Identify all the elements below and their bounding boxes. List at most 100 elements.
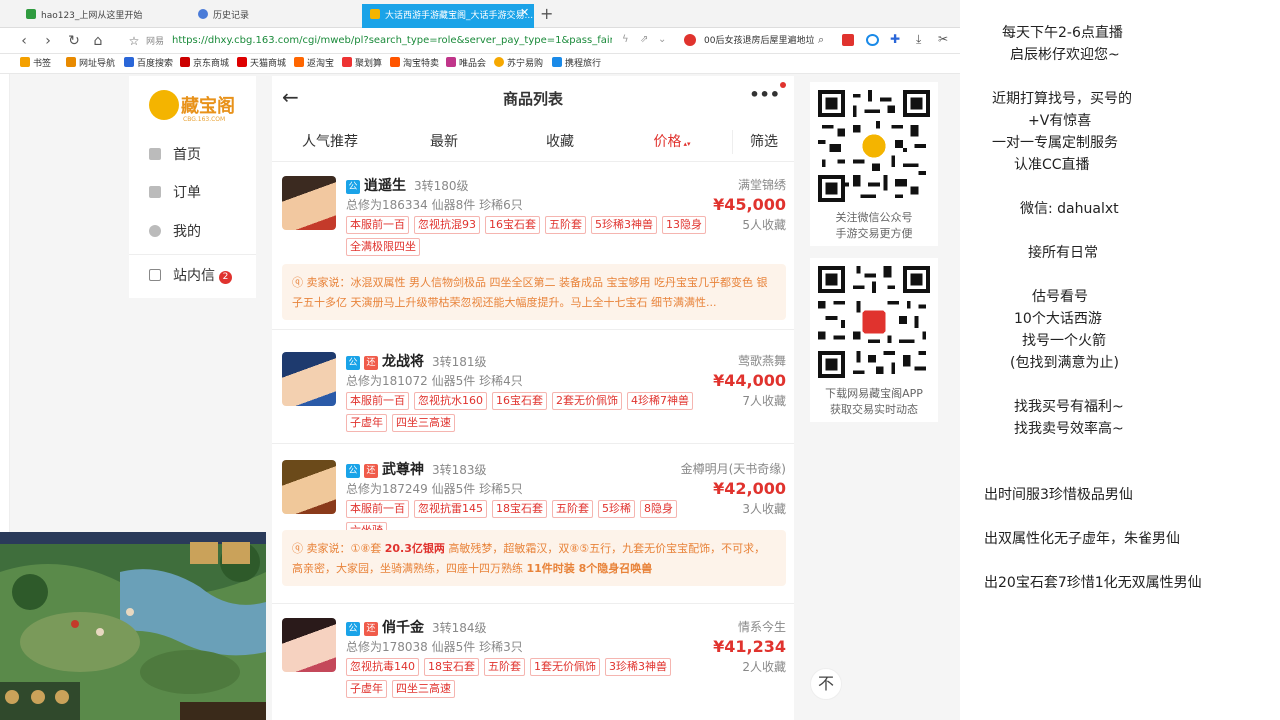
app-qr-code bbox=[818, 266, 930, 378]
bookmark-item[interactable]: 淘宝特卖 bbox=[390, 57, 439, 71]
bookmark-item[interactable]: 携程旅行 bbox=[552, 57, 601, 71]
plus-icon[interactable]: + bbox=[540, 4, 553, 23]
cut-icon[interactable]: ✂ bbox=[938, 32, 948, 46]
bookmark-item[interactable]: 网址导航 bbox=[66, 57, 115, 71]
sidebar-item-orders[interactable]: 订单 bbox=[149, 181, 201, 205]
public-badge: 公 bbox=[346, 464, 360, 478]
more-menu-icon[interactable]: ••• bbox=[749, 86, 780, 104]
search-input[interactable]: 00后女孩退房后屋里遍地垃 bbox=[704, 34, 814, 48]
list-item[interactable]: 公还武尊神 3转183级 总修为187249 仙器5件 珍稀5只 本服前一百 忽视抗… bbox=[272, 460, 794, 604]
tag: 五阶套 bbox=[484, 658, 525, 676]
character-avatar bbox=[282, 176, 336, 230]
star-icon[interactable]: ☆ bbox=[124, 31, 144, 51]
bookmark-item[interactable]: 苏宁易购 bbox=[494, 57, 543, 71]
bookmark-item[interactable]: 返淘宝 bbox=[294, 57, 334, 71]
bookmark-item[interactable]: 书签 bbox=[20, 57, 51, 71]
price: ¥41,234 bbox=[713, 637, 786, 656]
server-name: 情系今生 bbox=[737, 620, 786, 634]
bookmark-item[interactable]: 唯品会 bbox=[446, 57, 486, 71]
sidebar-item-home[interactable]: 首页 bbox=[149, 143, 201, 167]
list-item[interactable]: 公还龙战将 3转181级 总修为181072 仙器5件 珍稀4只 本服前一百 忽视抗… bbox=[272, 352, 794, 444]
tag: 忽视抗雷145 bbox=[414, 500, 487, 518]
reload-icon[interactable]: ↻ bbox=[64, 31, 84, 51]
panel-line: 一对一专属定制服务 bbox=[992, 135, 1118, 151]
bookmark-item[interactable]: 百度搜索 bbox=[124, 57, 173, 71]
tab-favicon-icon bbox=[26, 9, 36, 19]
tag: 3珍稀3神兽 bbox=[605, 658, 671, 676]
panel-line: (包找到满意为止) bbox=[1010, 355, 1119, 371]
url-field[interactable]: https://dhxy.cbg.163.com/cgi/mweb/pl?sea… bbox=[172, 32, 612, 50]
tag: 5珍稀3神兽 bbox=[591, 216, 657, 234]
tag: 18宝石套 bbox=[492, 500, 547, 518]
bookmark-item[interactable]: 天猫商城 bbox=[237, 57, 286, 71]
lightning-icon[interactable]: ϟ bbox=[622, 34, 629, 45]
puzzle-icon[interactable]: ✚ bbox=[890, 32, 900, 46]
character-name: 武尊神 bbox=[382, 462, 424, 478]
home-nav-icon[interactable]: ⌂ bbox=[88, 31, 108, 51]
treasure-logo-icon bbox=[149, 90, 179, 120]
back-to-top-button[interactable]: 不 bbox=[810, 668, 842, 700]
cbg-logo[interactable]: 藏宝阁 CBG.163.COM bbox=[149, 86, 239, 126]
character-name: 俏千金 bbox=[382, 620, 424, 636]
tab-popular[interactable]: 人气推荐 bbox=[280, 122, 380, 162]
return-badge: 还 bbox=[364, 622, 378, 636]
tag: 四坐三高速 bbox=[392, 414, 455, 432]
share-icon[interactable]: ⇗ bbox=[640, 34, 648, 45]
character-level: 3转184级 bbox=[432, 621, 487, 635]
site-label: 网易 bbox=[146, 37, 165, 47]
extension-icon[interactable] bbox=[842, 34, 854, 46]
price: ¥45,000 bbox=[713, 195, 786, 214]
mail-icon bbox=[149, 269, 161, 281]
back-nav-icon[interactable]: ‹ bbox=[14, 31, 34, 51]
tag: 本服前一百 bbox=[346, 500, 409, 518]
search-engine-icon[interactable] bbox=[684, 34, 696, 46]
sidebar-item-messages[interactable]: 站内信 2 bbox=[149, 264, 232, 288]
panel-line: 认准CC直播 bbox=[1014, 157, 1090, 173]
tag: 1套无价佩饰 bbox=[530, 658, 600, 676]
public-badge: 公 bbox=[346, 180, 360, 194]
sidebar-item-mine[interactable]: 我的 bbox=[149, 220, 201, 244]
address-bar: ‹ › ↻ ⌂ ☆ 网易 https://dhxy.cbg.163.com/cg… bbox=[0, 28, 960, 54]
browser-tab-hao123[interactable]: hao123_上网从这里开始 bbox=[18, 4, 188, 28]
character-name: 龙战将 bbox=[382, 354, 424, 370]
extension-loop-icon[interactable] bbox=[866, 34, 879, 46]
tag-list: 忽视抗毒140 18宝石套 五阶套 1套无价佩饰 3珍稀3神兽子虚年 四坐三高速 bbox=[346, 658, 716, 702]
panel-line: 10个大话西游 bbox=[1014, 311, 1102, 327]
panel-line: 找我卖号效率高~ bbox=[1014, 421, 1124, 437]
tag: 五阶套 bbox=[545, 216, 586, 234]
search-icon[interactable]: ⌕ bbox=[818, 33, 824, 47]
bookmark-item[interactable]: 聚划算 bbox=[342, 57, 382, 71]
tag: 5珍稀 bbox=[598, 500, 635, 518]
forward-nav-icon[interactable]: › bbox=[38, 31, 58, 51]
seller-note: ⓠ 卖家说：①⑧套 20.3亿银两 高敏残梦，超敏霜汉，双⑧⑤五行，九套无价宝宝… bbox=[282, 530, 786, 586]
dropdown-icon[interactable]: ⌄ bbox=[658, 34, 666, 45]
tag: 忽视抗水160 bbox=[414, 392, 487, 410]
browser-tab-cbg[interactable]: 大话西游手游藏宝阁_大话手游交易... bbox=[362, 4, 534, 28]
character-name: 逍遥生 bbox=[364, 178, 406, 194]
tab-favorites[interactable]: 收藏 bbox=[510, 122, 610, 162]
browser-tab-history[interactable]: 历史记录 bbox=[190, 4, 360, 28]
product-list-panel: ← 商品列表 ••• 人气推荐 最新 收藏 价格 ▴▾ 筛选 公逍遥生 3转180级… bbox=[272, 76, 794, 720]
tag: 本服前一百 bbox=[346, 392, 409, 410]
tag: 四坐三高速 bbox=[392, 680, 455, 698]
bookmark-item[interactable]: 京东商城 bbox=[180, 57, 229, 71]
wechat-qr-code bbox=[818, 90, 930, 202]
server-name: 莺歌燕舞 bbox=[737, 354, 786, 368]
tab-latest[interactable]: 最新 bbox=[394, 122, 494, 162]
server-name: 金樽明月(天书奇缘) bbox=[680, 462, 786, 476]
close-tab-icon[interactable]: ✕ bbox=[520, 6, 529, 19]
download-icon[interactable]: ⤓ bbox=[916, 32, 921, 47]
list-item[interactable]: 公逍遥生 3转180级 总修为186334 仙器8件 珍稀6只 本服前一百 忽视抗混… bbox=[272, 176, 794, 330]
panel-line: 接所有日常 bbox=[1028, 245, 1098, 261]
tab-filter[interactable]: 筛选 bbox=[734, 122, 794, 162]
panel-line: +V有惊喜 bbox=[1028, 113, 1092, 129]
panel-line: 启辰彬仔欢迎您~ bbox=[1010, 47, 1120, 63]
public-badge: 公 bbox=[346, 622, 360, 636]
collect-count: 7人收藏 bbox=[742, 394, 786, 408]
stream-info-panel: 每天下午2-6点直播 启辰彬仔欢迎您~ 近期打算找号，买号的 +V有惊喜 一对一… bbox=[960, 0, 1280, 720]
tab-price[interactable]: 价格 ▴▾ bbox=[622, 122, 722, 162]
user-icon bbox=[149, 225, 161, 237]
app-qr-card: 下载网易藏宝阁APP 获取交易实时动态 bbox=[810, 258, 938, 422]
list-item[interactable]: 公还俏千金 3转184级 总修为178038 仙器5件 珍稀3只 忽视抗毒140 1… bbox=[272, 618, 794, 720]
tag: 子虚年 bbox=[346, 680, 387, 698]
